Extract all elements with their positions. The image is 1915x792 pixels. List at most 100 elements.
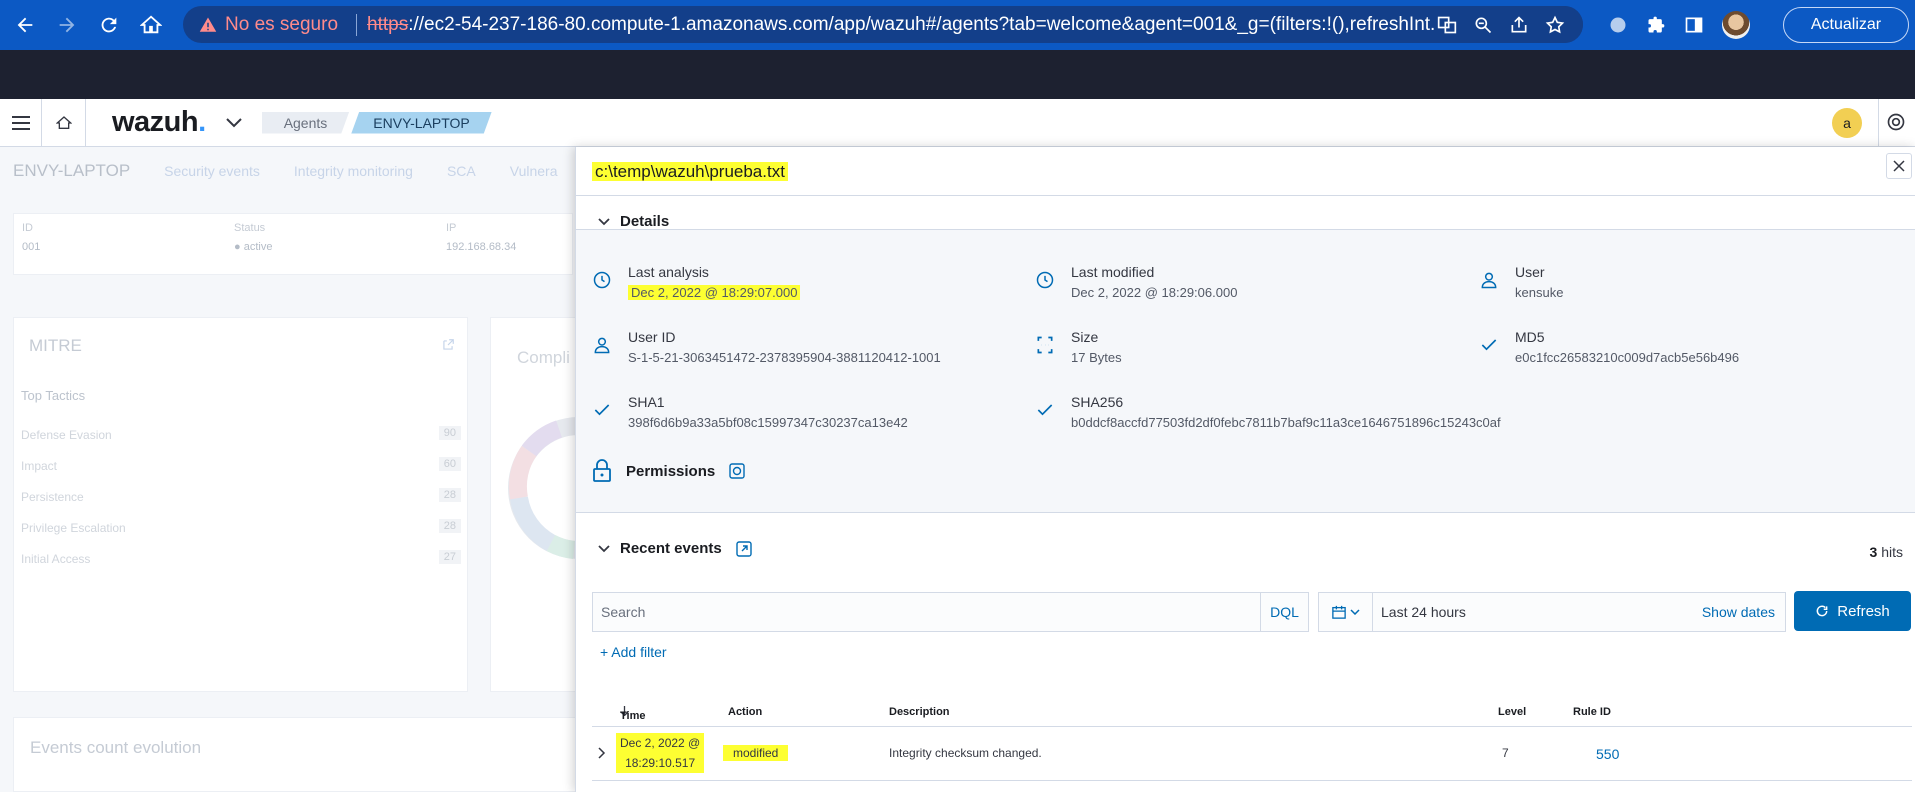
add-filter-link[interactable]: + Add filter	[600, 644, 667, 660]
field-value: b0ddcf8accfd77503fd2df0febc7811b7baf9c11…	[1071, 415, 1501, 430]
mitre-card: MITRE Top Tactics Defense Evasion 90 Impa…	[13, 317, 468, 692]
open-in-new-icon[interactable]	[736, 540, 752, 557]
side-panel-icon[interactable]	[1684, 15, 1704, 35]
breadcrumb-agents[interactable]: Agents	[262, 112, 350, 134]
events-table-header: Time Action Description Level Rule ID	[592, 702, 1912, 724]
event-rule-id[interactable]: 550	[1596, 746, 1619, 762]
refresh-button[interactable]: Refresh	[1794, 591, 1911, 631]
clock-icon	[1036, 271, 1054, 289]
star-icon[interactable]	[1545, 15, 1565, 35]
wazuh-logo[interactable]: wazuh.	[112, 106, 206, 139]
menu-button[interactable]	[0, 98, 42, 147]
url-text: ://ec2-54-237-186-80.compute-1.amazonaws…	[408, 13, 1446, 35]
field-label: Last modified	[1071, 264, 1155, 280]
tactic-item[interactable]: Persistence 28	[21, 488, 461, 504]
clock-icon	[593, 271, 611, 289]
app-header: wazuh. Agents ENVY-LAPTOP a	[0, 98, 1915, 147]
field-value: Dec 2, 2022 @ 18:29:07.000	[628, 285, 801, 300]
tab-vulnerabilities[interactable]: Vulnera	[510, 163, 558, 179]
tactic-item[interactable]: Defense Evasion 90	[21, 426, 461, 442]
quick-select-button[interactable]	[1319, 593, 1373, 631]
tactic-name: Impact	[21, 459, 58, 473]
inspect-icon[interactable]	[729, 463, 745, 479]
recent-events-toggle[interactable]: Recent events	[596, 540, 752, 557]
expand-row-button[interactable]	[598, 747, 606, 762]
reload-button[interactable]	[92, 8, 126, 42]
agent-tabs: ENVY-LAPTOP Security events Integrity mo…	[13, 161, 558, 181]
app-switcher[interactable]	[225, 117, 242, 128]
tab-sca[interactable]: SCA	[447, 163, 476, 179]
field-value: 398f6d6b9a33a5bf08c15997347c30237ca13e42	[628, 415, 908, 430]
check-icon	[594, 404, 610, 416]
field-label: User	[1515, 264, 1545, 280]
events-count-card: Events count evolution	[13, 717, 580, 792]
show-dates-link[interactable]: Show dates	[1702, 604, 1775, 620]
recent-events-label: Recent events	[620, 540, 722, 557]
column-time[interactable]: Time	[620, 706, 645, 722]
tab-integrity-monitoring[interactable]: Integrity monitoring	[294, 163, 413, 179]
breadcrumb: Agents ENVY-LAPTOP	[262, 112, 492, 134]
event-action: modified	[723, 745, 789, 761]
translate-icon[interactable]	[1437, 15, 1457, 35]
tactic-item[interactable]: Impact 60	[21, 457, 461, 473]
field-label: Last analysis	[628, 264, 709, 280]
close-button[interactable]	[1886, 153, 1912, 179]
share-icon[interactable]	[1509, 15, 1529, 35]
breadcrumb-agent[interactable]: ENVY-LAPTOP	[351, 112, 492, 134]
permissions-divider	[576, 512, 1915, 513]
id-value: 001	[22, 241, 41, 253]
lock-icon	[593, 459, 611, 482]
search-input[interactable]: Search	[601, 604, 1260, 620]
check-icon	[1037, 404, 1053, 416]
field-label: SHA256	[1071, 394, 1124, 410]
profile-avatar[interactable]	[1722, 11, 1750, 39]
dql-toggle[interactable]: DQL	[1260, 593, 1308, 631]
hits-label: hits	[1881, 544, 1903, 560]
flyout-title: c:\temp\wazuh\prueba.txt	[592, 162, 788, 182]
security-label: No es seguro	[225, 13, 339, 35]
tactic-name: Initial Access	[21, 552, 91, 566]
user-avatar[interactable]: a	[1832, 108, 1862, 138]
mitre-title: MITRE	[29, 336, 82, 355]
omnibox-separator	[356, 13, 358, 36]
home-icon	[140, 15, 162, 34]
column-level[interactable]: Level	[1498, 706, 1526, 718]
update-button[interactable]: Actualizar	[1783, 7, 1909, 43]
warning-icon	[199, 17, 217, 32]
tactic-name: Persistence	[21, 490, 84, 504]
agent-name: ENVY-LAPTOP	[13, 161, 131, 180]
help-button[interactable]	[1886, 112, 1906, 135]
puzzle-icon[interactable]	[1646, 15, 1666, 35]
title-divider	[576, 195, 1915, 196]
lifebuoy-icon	[1887, 113, 1905, 131]
column-description[interactable]: Description	[889, 706, 950, 718]
forward-button[interactable]	[50, 8, 84, 42]
security-warning[interactable]: No es seguro	[199, 14, 338, 36]
app-home-button[interactable]	[42, 98, 86, 147]
home-button[interactable]	[134, 8, 168, 42]
agent-overview-background: ENVY-LAPTOP Security events Integrity mo…	[0, 147, 580, 792]
user-icon	[1481, 272, 1497, 289]
address-bar[interactable]: No es seguro https://ec2-54-237-186-80.c…	[183, 6, 1583, 43]
app-top-strip	[0, 50, 1915, 99]
zoom-icon[interactable]	[1473, 15, 1493, 35]
tab-security-events[interactable]: Security events	[164, 163, 260, 179]
chevron-down-icon	[1349, 609, 1360, 615]
details-label: Details	[620, 213, 670, 230]
column-action[interactable]: Action	[728, 706, 762, 718]
permissions-row: Permissions	[592, 459, 745, 483]
back-button[interactable]	[8, 8, 42, 42]
date-range[interactable]: Last 24 hours	[1381, 604, 1702, 620]
external-link-icon[interactable]	[441, 338, 455, 352]
tactic-count: 28	[438, 488, 461, 502]
extension-badge-icon[interactable]	[1608, 15, 1628, 35]
table-row[interactable]: Dec 2, 2022 @ 18:29:10.517 modified Integ…	[592, 726, 1912, 781]
events-count-title: Events count evolution	[30, 738, 202, 757]
column-rule-id[interactable]: Rule ID	[1573, 706, 1611, 718]
tactic-item[interactable]: Initial Access 27	[21, 550, 461, 566]
details-divider	[576, 229, 1915, 230]
tactic-count: 90	[438, 426, 461, 440]
details-toggle[interactable]: Details	[596, 213, 669, 230]
id-label: ID	[22, 222, 33, 234]
tactic-item[interactable]: Privilege Escalation 28	[21, 519, 461, 535]
